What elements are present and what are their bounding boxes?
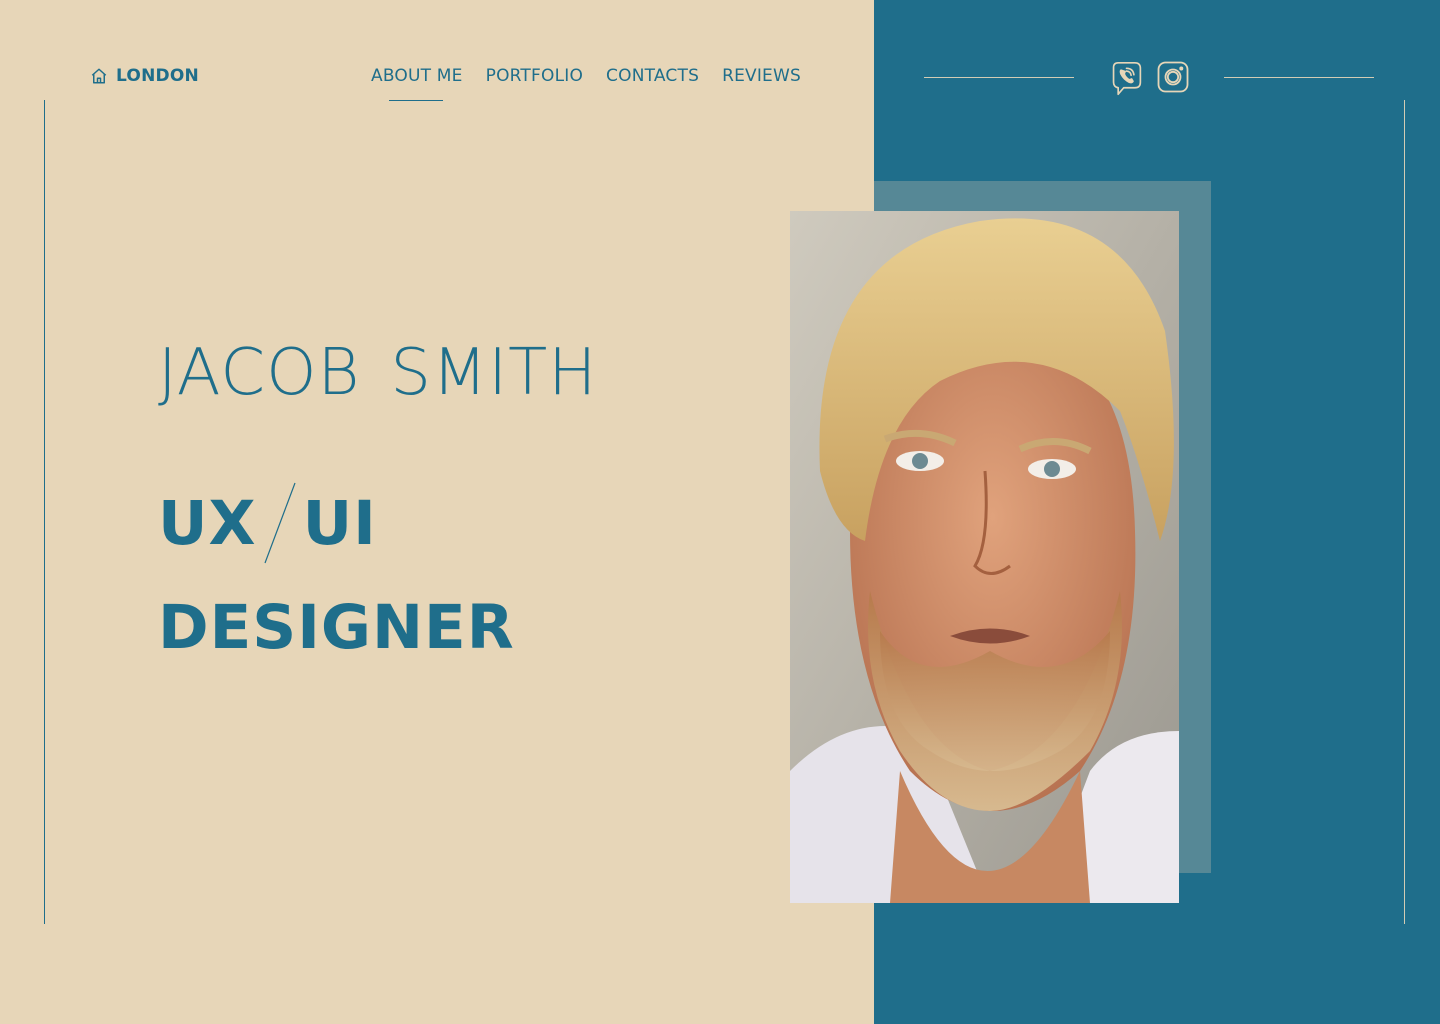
first-name: JACOB — [158, 336, 361, 410]
home-icon — [91, 68, 107, 84]
role-ui: UI — [302, 487, 377, 559]
nav-contacts[interactable]: CONTACTS — [606, 66, 699, 86]
nav-reviews[interactable]: REVIEWS — [722, 66, 801, 86]
profile-photo — [790, 211, 1179, 903]
divider-line-left — [924, 77, 1074, 78]
location-label: LONDON — [116, 66, 199, 86]
role-title-line2: DESIGNER — [158, 592, 515, 663]
viber-icon[interactable] — [1108, 60, 1145, 97]
nav-portfolio[interactable]: PORTFOLIO — [486, 66, 583, 86]
left-border-line — [44, 100, 45, 924]
home-location-link[interactable]: LONDON — [90, 66, 199, 86]
instagram-icon[interactable] — [1157, 61, 1189, 93]
nav-about-me[interactable]: ABOUT ME — [371, 66, 463, 101]
role-ux: UX — [158, 487, 257, 559]
main-nav: ABOUT ME PORTFOLIO CONTACTS REVIEWS — [371, 66, 801, 101]
right-border-line — [1404, 100, 1405, 924]
divider-line-right — [1224, 77, 1374, 78]
role-title-line1: UX UI — [158, 482, 377, 564]
person-name: JACOB SMITH — [158, 336, 597, 410]
last-name: SMITH — [390, 336, 598, 410]
slash-divider — [264, 482, 296, 564]
